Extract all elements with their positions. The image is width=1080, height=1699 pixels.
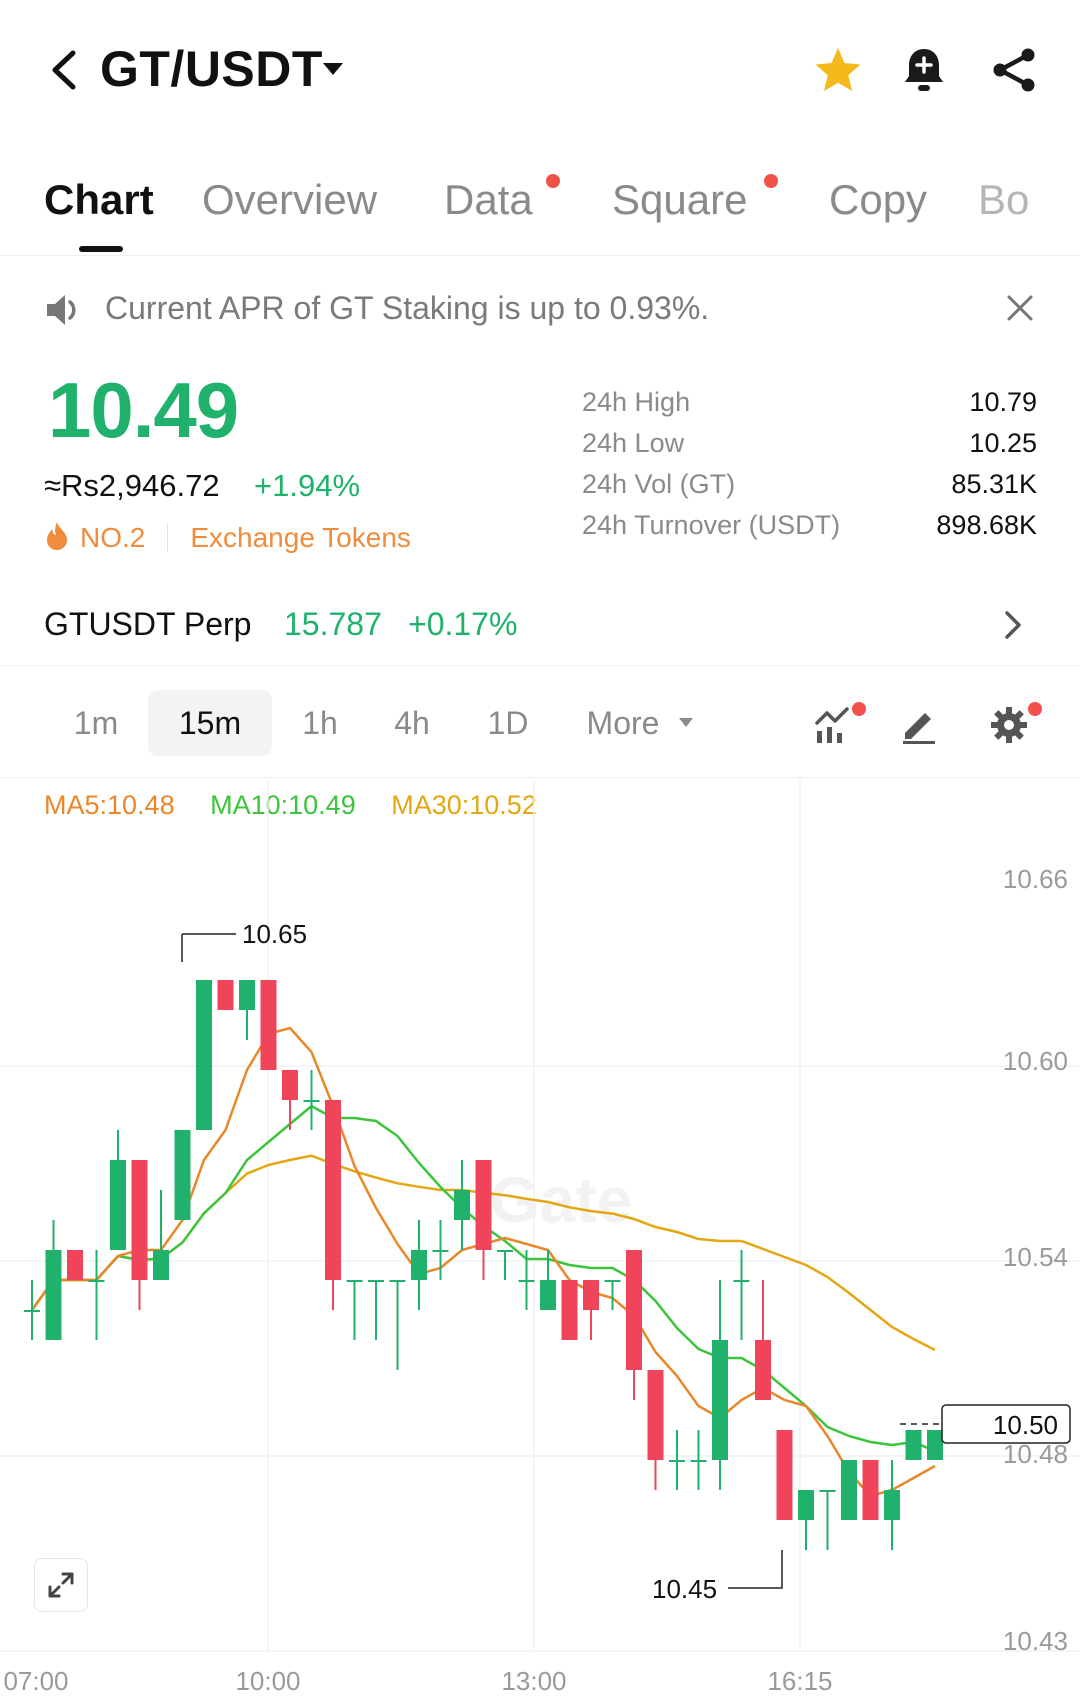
- x-tick-label: 10:00: [235, 1666, 300, 1696]
- candle-body: [884, 1490, 900, 1520]
- expand-icon[interactable]: [34, 1558, 88, 1612]
- candle-body: [626, 1250, 642, 1370]
- candle-body: [131, 1160, 148, 1280]
- y-tick-label: 10.60: [1003, 1046, 1068, 1076]
- candle-body: [733, 1280, 750, 1282]
- watermark-logo: Gate: [490, 1164, 632, 1236]
- candle-body: [67, 1250, 83, 1280]
- y-tick-label: 10.54: [1003, 1242, 1068, 1272]
- candle-body: [153, 1250, 169, 1280]
- candle-body: [454, 1190, 470, 1220]
- candle-body: [110, 1160, 126, 1250]
- candle-body: [862, 1460, 879, 1520]
- candle-body: [239, 980, 255, 1010]
- high-label: 10.65: [242, 919, 307, 949]
- candle-body: [282, 1070, 298, 1100]
- candle-body: [303, 1100, 320, 1102]
- x-tick-label: 16:15: [767, 1666, 832, 1696]
- candle-body: [475, 1160, 492, 1250]
- candle-body: [776, 1430, 793, 1520]
- candle-body: [88, 1280, 105, 1282]
- candle-body: [819, 1490, 836, 1492]
- candle-body: [905, 1430, 922, 1460]
- candle-body: [217, 980, 234, 1010]
- candle-body: [712, 1340, 728, 1460]
- candle-body: [604, 1280, 621, 1282]
- x-axis: 07:00 10:00 13:00 16:15: [3, 1666, 832, 1696]
- candle-body: [798, 1490, 814, 1520]
- candle-body: [647, 1370, 664, 1460]
- candle-body: [174, 1130, 191, 1220]
- candle-body: [260, 980, 277, 1070]
- y-axis: 10.6610.6010.5410.4810.43: [1003, 864, 1068, 1656]
- x-tick-label: 13:00: [501, 1666, 566, 1696]
- candlestick-chart[interactable]: Gate 10.6610.6010.5410.4810.43 07:00 10:0…: [0, 0, 1080, 1699]
- low-label: 10.45: [652, 1574, 717, 1604]
- candle-body: [389, 1280, 406, 1282]
- candle-body: [346, 1280, 363, 1282]
- candle-body: [518, 1280, 535, 1282]
- candle-body: [411, 1250, 427, 1280]
- candle-body: [497, 1250, 513, 1252]
- candle-body: [583, 1280, 599, 1310]
- low-marker-line: [728, 1550, 783, 1589]
- candle-body: [841, 1460, 857, 1520]
- candle-body: [669, 1460, 685, 1462]
- candle-body: [432, 1250, 449, 1252]
- x-tick-label: 07:00: [3, 1666, 68, 1696]
- candle-body: [24, 1310, 40, 1312]
- candle-body: [540, 1280, 556, 1310]
- candle-body: [325, 1100, 341, 1280]
- candle-body: [927, 1430, 943, 1460]
- candle-body: [368, 1280, 384, 1282]
- candle-body: [196, 980, 212, 1130]
- candle-body: [45, 1250, 62, 1340]
- y-tick-label: 10.66: [1003, 864, 1068, 894]
- last-price-label: 10.50: [993, 1410, 1058, 1440]
- candle-body: [755, 1340, 771, 1400]
- candle-body: [690, 1460, 707, 1462]
- y-tick-label: 10.43: [1003, 1626, 1068, 1656]
- candle-body: [561, 1280, 578, 1340]
